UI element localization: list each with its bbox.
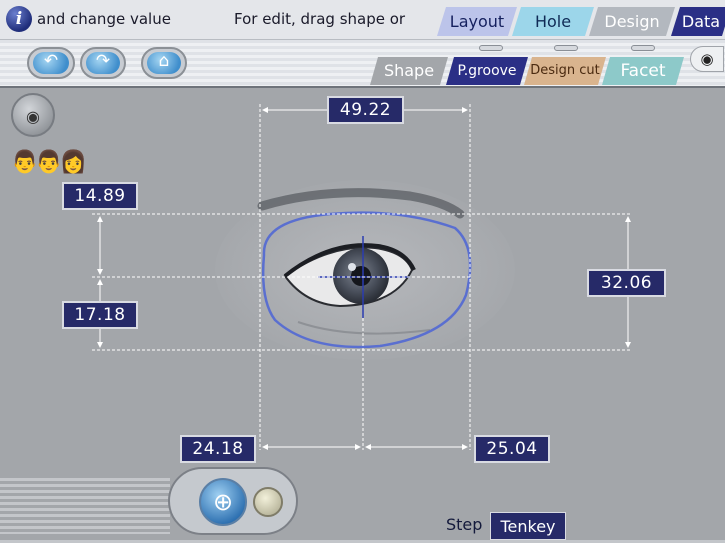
shape-dial-button[interactable]: ⊕ <box>199 478 247 526</box>
tenkey-button[interactable]: Tenkey <box>490 512 566 540</box>
upper-height-value[interactable]: 14.89 <box>62 182 138 210</box>
step-label: Step <box>446 515 483 534</box>
dial-decoration <box>0 478 170 534</box>
right-width-value[interactable]: 25.04 <box>474 435 550 463</box>
total-height-value[interactable]: 32.06 <box>587 269 666 297</box>
lower-height-value[interactable]: 17.18 <box>62 301 138 329</box>
width-value[interactable]: 49.22 <box>327 96 404 124</box>
left-width-value[interactable]: 24.18 <box>180 435 256 463</box>
lens-toggle-button[interactable] <box>253 487 283 517</box>
crosshair-dial-icon: ⊕ <box>212 488 234 516</box>
